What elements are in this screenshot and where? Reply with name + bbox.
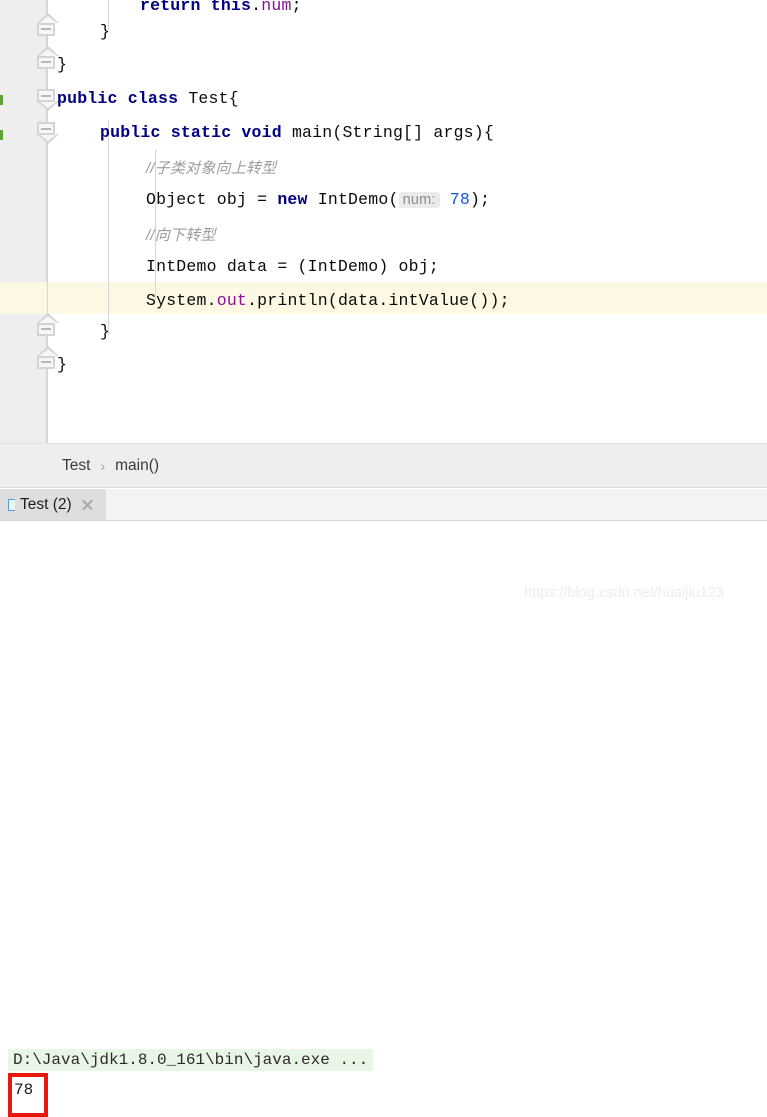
fold-toggle-icon[interactable]	[37, 89, 59, 111]
fold-tip-inner	[39, 101, 57, 108]
console-command-line: D:\Java\jdk1.8.0_161\bin\java.exe ...	[8, 1049, 374, 1071]
run-config-icon	[8, 498, 15, 511]
fold-tip-inner	[39, 316, 57, 323]
code-comment: //子类对象向上转型	[146, 160, 277, 177]
fold-toggle-icon[interactable]	[37, 346, 59, 377]
run-arrow-icon[interactable]	[0, 130, 5, 140]
run-tool-tabstrip[interactable]: Test (2)	[0, 489, 767, 521]
code-line[interactable]: public static void main(String[] args){	[100, 123, 494, 142]
code-text: main(String[] args){	[291, 123, 494, 142]
code-text: .	[251, 0, 262, 15]
code-text: Test{	[188, 89, 239, 108]
code-line[interactable]: }	[57, 355, 67, 374]
fold-toggle-icon[interactable]	[37, 313, 59, 344]
code-line[interactable]: return this.num;	[140, 0, 302, 15]
code-editor[interactable]: return this.num;}} public class Test{publ…	[0, 0, 767, 443]
code-line[interactable]: }	[100, 322, 110, 341]
tab-label: Test (2)	[20, 495, 72, 513]
code-text: .println(data.intValue());	[247, 291, 510, 310]
minus-icon	[41, 28, 51, 30]
code-text: }	[100, 22, 111, 41]
chevron-right-icon: ›	[100, 457, 106, 474]
code-text: }	[57, 55, 68, 74]
code-text: }	[57, 355, 68, 374]
code-comment: //向下转型	[146, 227, 216, 244]
code-line[interactable]: //向下转型	[146, 224, 216, 245]
code-text: ;	[291, 0, 302, 15]
run-arrow-icon[interactable]	[0, 95, 5, 105]
parameter-hint-badge: num:	[398, 192, 440, 208]
code-text: Object obj =	[146, 190, 278, 209]
fold-toggle-icon[interactable]	[37, 13, 59, 44]
code-keyword: public class	[57, 89, 189, 108]
play-triangle	[0, 95, 3, 105]
fold-tip-inner	[39, 134, 57, 141]
fold-tip-inner	[39, 49, 57, 56]
watermark: https://blog.csdn.net/huaijiu123	[524, 585, 724, 601]
code-text: IntDemo data = (IntDemo) obj;	[146, 257, 439, 276]
code-line[interactable]: }	[57, 55, 67, 74]
close-icon[interactable]	[81, 498, 94, 511]
minus-icon	[41, 128, 51, 130]
minus-icon	[41, 361, 51, 363]
code-text: num	[261, 0, 292, 15]
code-line[interactable]: Object obj = new IntDemo(num: 78);	[146, 190, 490, 209]
code-text: IntDemo(	[317, 190, 399, 209]
code-keyword: new	[277, 190, 318, 209]
fold-toggle-icon[interactable]	[37, 46, 59, 77]
code-keyword: return	[140, 0, 211, 15]
annotation-highlight-box	[8, 1073, 48, 1117]
tab-test-run[interactable]: Test (2)	[0, 489, 106, 520]
code-text: 78	[449, 190, 470, 209]
code-line[interactable]: }	[100, 22, 110, 41]
code-text: out	[216, 291, 248, 310]
run-console[interactable]: D:\Java\jdk1.8.0_161\bin\java.exe ... 78	[0, 521, 767, 1117]
fold-tip-inner	[39, 349, 57, 356]
fold-tip-inner	[39, 16, 57, 23]
code-line[interactable]: System.out.println(data.intValue());	[146, 291, 510, 310]
code-line[interactable]: public class Test{	[57, 89, 239, 108]
minus-icon	[41, 95, 51, 97]
code-keyword: public static void	[100, 123, 292, 142]
play-triangle	[0, 130, 3, 140]
code-line[interactable]: //子类对象向上转型	[146, 157, 276, 178]
breadcrumb-class[interactable]: Test	[62, 457, 90, 475]
breadcrumb-method[interactable]: main()	[115, 457, 159, 475]
code-text: );	[469, 190, 491, 209]
minus-icon	[41, 328, 51, 330]
code-line[interactable]: IntDemo data = (IntDemo) obj;	[146, 257, 439, 276]
fold-toggle-icon[interactable]	[37, 122, 59, 144]
code-text: }	[100, 322, 111, 341]
code-text: System.	[146, 291, 217, 310]
minus-icon	[41, 61, 51, 63]
indent-guide	[108, 120, 109, 335]
code-keyword: this	[210, 0, 252, 15]
breadcrumb[interactable]: Test › main()	[0, 443, 767, 488]
